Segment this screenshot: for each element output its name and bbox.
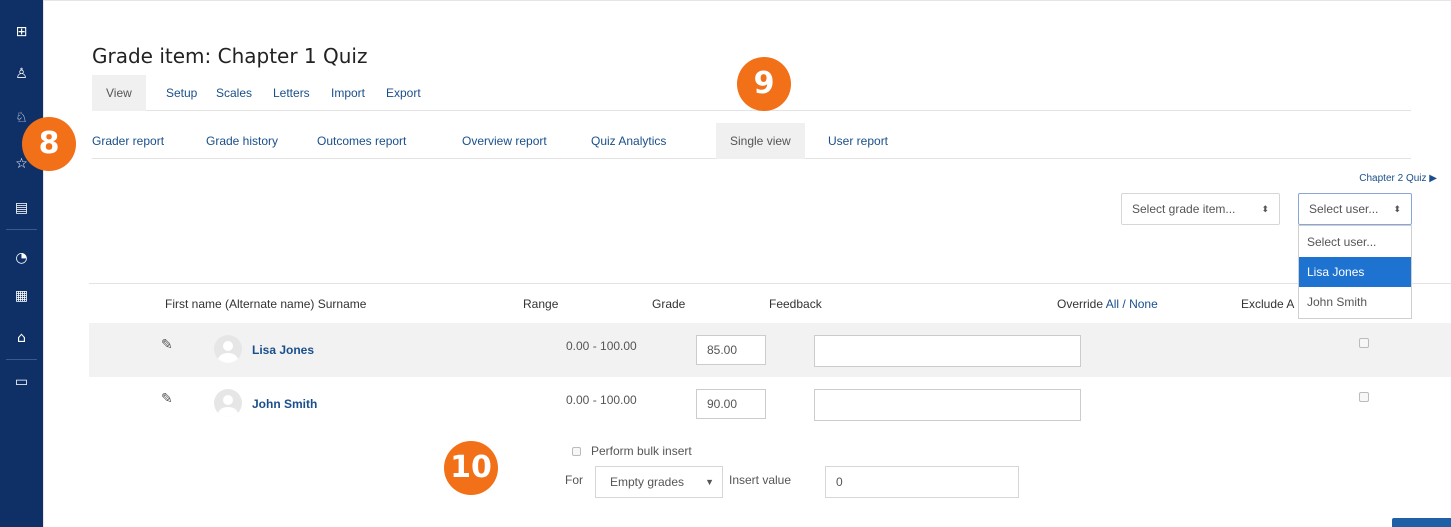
avatar — [214, 389, 242, 417]
bulk-insert-toggle[interactable]: Perform bulk insert — [572, 444, 692, 458]
sidebar-divider — [6, 359, 37, 360]
select-grade-item[interactable]: Select grade item... ⬍ — [1121, 193, 1280, 225]
next-grade-item-link[interactable]: Chapter 2 Quiz ▶ — [1359, 173, 1437, 184]
dropdown-option[interactable]: Select user... — [1299, 227, 1411, 257]
document-icon[interactable]: ▤ — [0, 196, 43, 220]
override-none-link[interactable]: None — [1129, 297, 1158, 311]
callout-badge-8: 8 — [22, 117, 76, 171]
callout-badge-9: 9 — [737, 57, 791, 111]
pencil-icon[interactable]: ✎ — [161, 391, 173, 407]
bulk-insert-checkbox[interactable] — [572, 447, 581, 457]
column-grade: Grade — [652, 297, 686, 311]
student-name-link[interactable]: John Smith — [252, 377, 317, 431]
dropdown-option[interactable]: John Smith — [1299, 287, 1411, 317]
sidebar-nav: ⊞ ♙ ♘ ☆ ▤ ◔ ▦ ⌂ ▭ — [0, 0, 43, 527]
dropdown-option-highlighted[interactable]: Lisa Jones — [1299, 257, 1411, 287]
override-label: Override — [1057, 297, 1104, 311]
tab-single-view[interactable]: Single view — [716, 123, 805, 159]
tab-overview-report[interactable]: Overview report — [462, 123, 547, 159]
table-row: ✎ Lisa Jones 0.00 - 100.00 85.00 — [89, 323, 1451, 377]
exclude-checkbox[interactable] — [1359, 338, 1369, 348]
override-separator: / — [1122, 297, 1126, 311]
override-all-link[interactable]: All — [1106, 297, 1119, 311]
page-title: Grade item: Chapter 1 Quiz — [92, 44, 368, 68]
grade-range: 0.00 - 100.00 — [566, 393, 637, 407]
column-override: Override All / None — [1057, 284, 1158, 324]
select-grade-item-value: Select grade item... — [1132, 202, 1236, 216]
tab-grader-report[interactable]: Grader report — [92, 123, 164, 159]
grade-input[interactable]: 90.00 — [696, 389, 766, 419]
select-user[interactable]: Select user... ⬍ — [1298, 193, 1412, 225]
pencil-icon[interactable]: ✎ — [161, 337, 173, 353]
bulk-insert-label: Perform bulk insert — [591, 444, 692, 458]
select-user-value: Select user... — [1309, 202, 1379, 216]
insert-value-input[interactable]: 0 — [825, 466, 1019, 498]
tab-view[interactable]: View — [92, 75, 146, 111]
tab-scales[interactable]: Scales — [216, 75, 252, 111]
column-name[interactable]: First name (Alternate name) Surname — [165, 284, 366, 324]
dashboard-icon[interactable]: ⊞ — [0, 20, 43, 44]
gauge-icon[interactable]: ◔ — [0, 246, 43, 270]
column-range: Range — [523, 297, 559, 311]
tab-export[interactable]: Export — [386, 75, 421, 111]
tab-user-report[interactable]: User report — [828, 123, 888, 159]
callout-badge-10: 10 — [444, 441, 498, 495]
updown-caret-icon: ⬍ — [1261, 204, 1269, 214]
student-name-link[interactable]: Lisa Jones — [252, 323, 314, 377]
calendar-icon[interactable]: ▦ — [0, 284, 43, 308]
tab-quiz-analytics[interactable]: Quiz Analytics — [591, 123, 666, 159]
for-label: For — [565, 473, 583, 487]
bulk-insert-type-select[interactable]: Empty grades ▼ — [595, 466, 723, 498]
chevron-down-icon: ▼ — [705, 477, 714, 487]
tab-letters[interactable]: Letters — [273, 75, 310, 111]
avatar — [214, 335, 242, 363]
sidebar-divider — [6, 229, 37, 230]
feedback-input[interactable] — [814, 389, 1081, 421]
tab-outcomes-report[interactable]: Outcomes report — [317, 123, 406, 159]
table-header: First name (Alternate name) Surname Rang… — [89, 283, 1451, 323]
folder-icon[interactable]: ▭ — [0, 370, 43, 394]
save-button[interactable] — [1392, 518, 1451, 527]
select-user-dropdown: Select user... Lisa Jones John Smith — [1298, 225, 1412, 319]
secondary-tabs: Grader report Grade history Outcomes rep… — [92, 123, 1411, 159]
tab-import[interactable]: Import — [331, 75, 365, 111]
bulk-insert-type-value: Empty grades — [610, 475, 685, 489]
users-icon[interactable]: ♙ — [0, 62, 43, 86]
tab-grade-history[interactable]: Grade history — [206, 123, 278, 159]
exclude-checkbox[interactable] — [1359, 392, 1369, 402]
updown-caret-icon: ⬍ — [1393, 204, 1401, 214]
graduation-cap-icon[interactable]: ⌂ — [0, 326, 43, 350]
feedback-input[interactable] — [814, 335, 1081, 367]
grade-range: 0.00 - 100.00 — [566, 339, 637, 353]
column-exclude: Exclude A — [1241, 297, 1295, 311]
grade-input[interactable]: 85.00 — [696, 335, 766, 365]
insert-value-label: Insert value — [729, 473, 792, 487]
tab-setup[interactable]: Setup — [166, 75, 197, 111]
column-feedback: Feedback — [769, 297, 822, 311]
table-row: ✎ John Smith 0.00 - 100.00 90.00 — [89, 377, 1451, 431]
